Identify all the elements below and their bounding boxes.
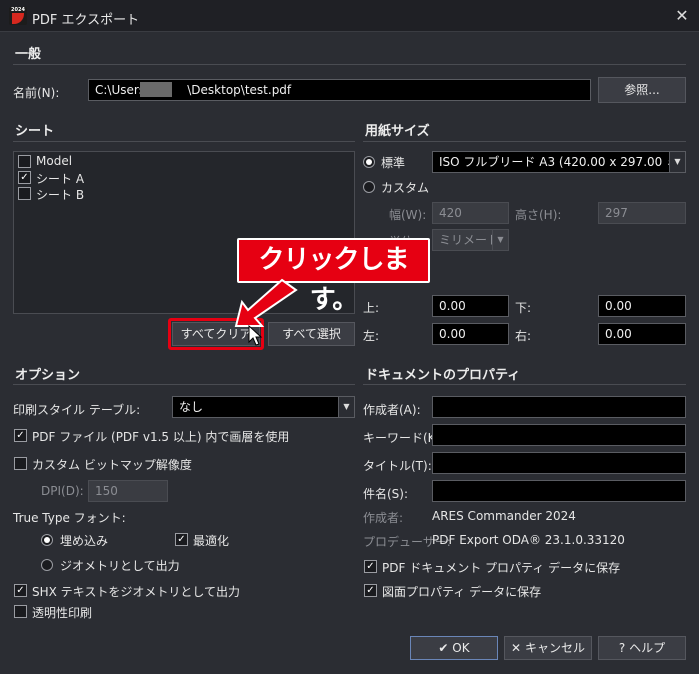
callout-arrow-shape — [234, 278, 298, 327]
dpi-label: DPI(D): — [41, 484, 84, 498]
close-icon[interactable]: ✕ — [672, 6, 692, 26]
chevron-down-icon: ▼ — [492, 230, 508, 250]
ok-label: OK — [452, 641, 470, 655]
save-doc-props-label: PDF ドキュメント プロパティ データに保存 — [382, 561, 621, 575]
mouse-cursor-icon — [248, 325, 263, 346]
plot-style-value: なし — [179, 400, 204, 414]
author-input[interactable] — [432, 396, 686, 418]
margin-right-input[interactable]: 0.00 — [598, 323, 686, 345]
width-input[interactable]: 420 — [432, 202, 509, 224]
help-icon: ? — [618, 641, 626, 655]
paper-heading: 用紙サイズ — [365, 124, 430, 139]
name-label: 名前(N): — [13, 86, 60, 100]
save-drawing-props-checkbox[interactable]: ✓ — [364, 584, 377, 597]
chevron-down-icon: ▼ — [338, 397, 354, 417]
doc-title-label: タイトル(T): — [363, 459, 432, 473]
general-heading: 一般 — [15, 47, 42, 62]
sheet-item-label: Model — [36, 154, 73, 168]
custom-bitmap-checkbox[interactable] — [14, 457, 27, 470]
subject-input[interactable] — [432, 480, 686, 502]
sheet-item-label: シート B — [36, 188, 85, 202]
help-label: ヘルプ — [629, 641, 666, 655]
custom-bitmap-label: カスタム ビットマップ解像度 — [32, 458, 192, 472]
creator-value: ARES Commander 2024 — [432, 509, 576, 523]
use-layers-checkbox[interactable]: ✓ — [14, 429, 27, 442]
embed-label: 埋め込み — [60, 534, 109, 548]
divider — [363, 384, 686, 385]
margin-bottom-input[interactable]: 0.00 — [598, 295, 686, 317]
doc-props-heading: ドキュメントのプロパティ — [365, 368, 521, 383]
cancel-button[interactable]: ✕ キャンセル — [504, 636, 592, 660]
cancel-label: キャンセル — [524, 641, 585, 655]
height-label: 高さ(H): — [515, 208, 562, 222]
help-button[interactable]: ? ヘルプ — [598, 636, 686, 660]
save-drawing-props-label: 図面プロパティ データに保存 — [382, 585, 542, 599]
paper-size-value: ISO フルブリード A3 (420.00 x 297.00 ミリ) — [439, 155, 686, 169]
custom-radio[interactable] — [363, 181, 375, 193]
plot-style-label: 印刷スタイル テーブル: — [13, 403, 141, 417]
margin-left-label: 左: — [363, 329, 380, 343]
check-icon: ✔ — [438, 641, 449, 655]
paper-size-select[interactable]: ISO フルブリード A3 (420.00 x 297.00 ミリ) ▼ — [432, 151, 686, 173]
transparency-checkbox[interactable] — [14, 605, 27, 618]
options-heading: オプション — [15, 368, 81, 383]
unit-select[interactable]: ミリメートル ▼ — [432, 229, 509, 251]
standard-label: 標準 — [381, 156, 406, 170]
doc-title-input[interactable] — [432, 452, 686, 474]
author-label: 作成者(A): — [363, 403, 421, 417]
callout-bubble: クリックします。 — [237, 238, 430, 315]
as-geometry-label: ジオメトリとして出力 — [60, 559, 180, 573]
logo-swoosh — [12, 13, 24, 24]
producer-value: PDF Export ODA® 23.1.0.33120 — [432, 533, 625, 547]
save-doc-props-checkbox[interactable]: ✓ — [364, 560, 377, 573]
margin-top-input[interactable]: 0.00 — [432, 295, 509, 317]
window-title: PDF エクスポート — [32, 13, 140, 28]
divider — [13, 384, 355, 385]
dpi-input[interactable]: 150 — [88, 480, 168, 502]
redacted-username — [140, 82, 172, 97]
embed-radio[interactable] — [41, 534, 53, 546]
margin-top-label: 上: — [363, 301, 380, 315]
sheet-checkbox-b[interactable] — [18, 187, 31, 200]
margin-bottom-label: 下: — [515, 301, 532, 315]
transparency-label: 透明性印刷 — [32, 606, 93, 620]
creator-label: 作成者: — [363, 511, 404, 525]
width-label: 幅(W): — [389, 208, 427, 222]
sheet-checkbox-model[interactable] — [18, 155, 31, 168]
plot-style-select[interactable]: なし ▼ — [172, 396, 355, 418]
sheet-item-label: シート A — [36, 172, 85, 186]
as-geometry-radio[interactable] — [41, 559, 53, 571]
sheet-heading: シート — [15, 124, 55, 139]
shx-geometry-checkbox[interactable]: ✓ — [14, 584, 27, 597]
divider — [13, 141, 355, 142]
margin-left-input[interactable]: 0.00 — [432, 323, 509, 345]
optimize-checkbox[interactable]: ✓ — [175, 533, 188, 546]
use-layers-label: PDF ファイル (PDF v1.5 以上) 内で画層を使用 — [32, 430, 290, 444]
browse-button[interactable]: 参照... — [598, 77, 686, 103]
cursor-shape — [248, 325, 263, 346]
margin-right-label: 右: — [515, 329, 532, 343]
sheet-checkbox-a[interactable]: ✓ — [18, 171, 31, 184]
callout-arrow — [234, 278, 298, 327]
divider — [13, 64, 686, 65]
app-logo-icon: 2024 — [9, 7, 27, 25]
chevron-down-icon: ▼ — [669, 152, 685, 172]
ok-button[interactable]: ✔ OK — [410, 636, 498, 660]
subject-label: 件名(S): — [363, 487, 409, 501]
truetype-label: True Type フォント: — [13, 511, 126, 525]
divider — [363, 141, 686, 142]
shx-geometry-label: SHX テキストをジオメトリとして出力 — [32, 585, 240, 599]
standard-radio[interactable] — [363, 156, 375, 168]
keywords-input[interactable] — [432, 424, 686, 446]
close-icon: ✕ — [511, 641, 522, 655]
custom-label: カスタム — [381, 181, 430, 195]
height-input[interactable]: 297 — [598, 202, 686, 224]
optimize-label: 最適化 — [193, 534, 230, 548]
